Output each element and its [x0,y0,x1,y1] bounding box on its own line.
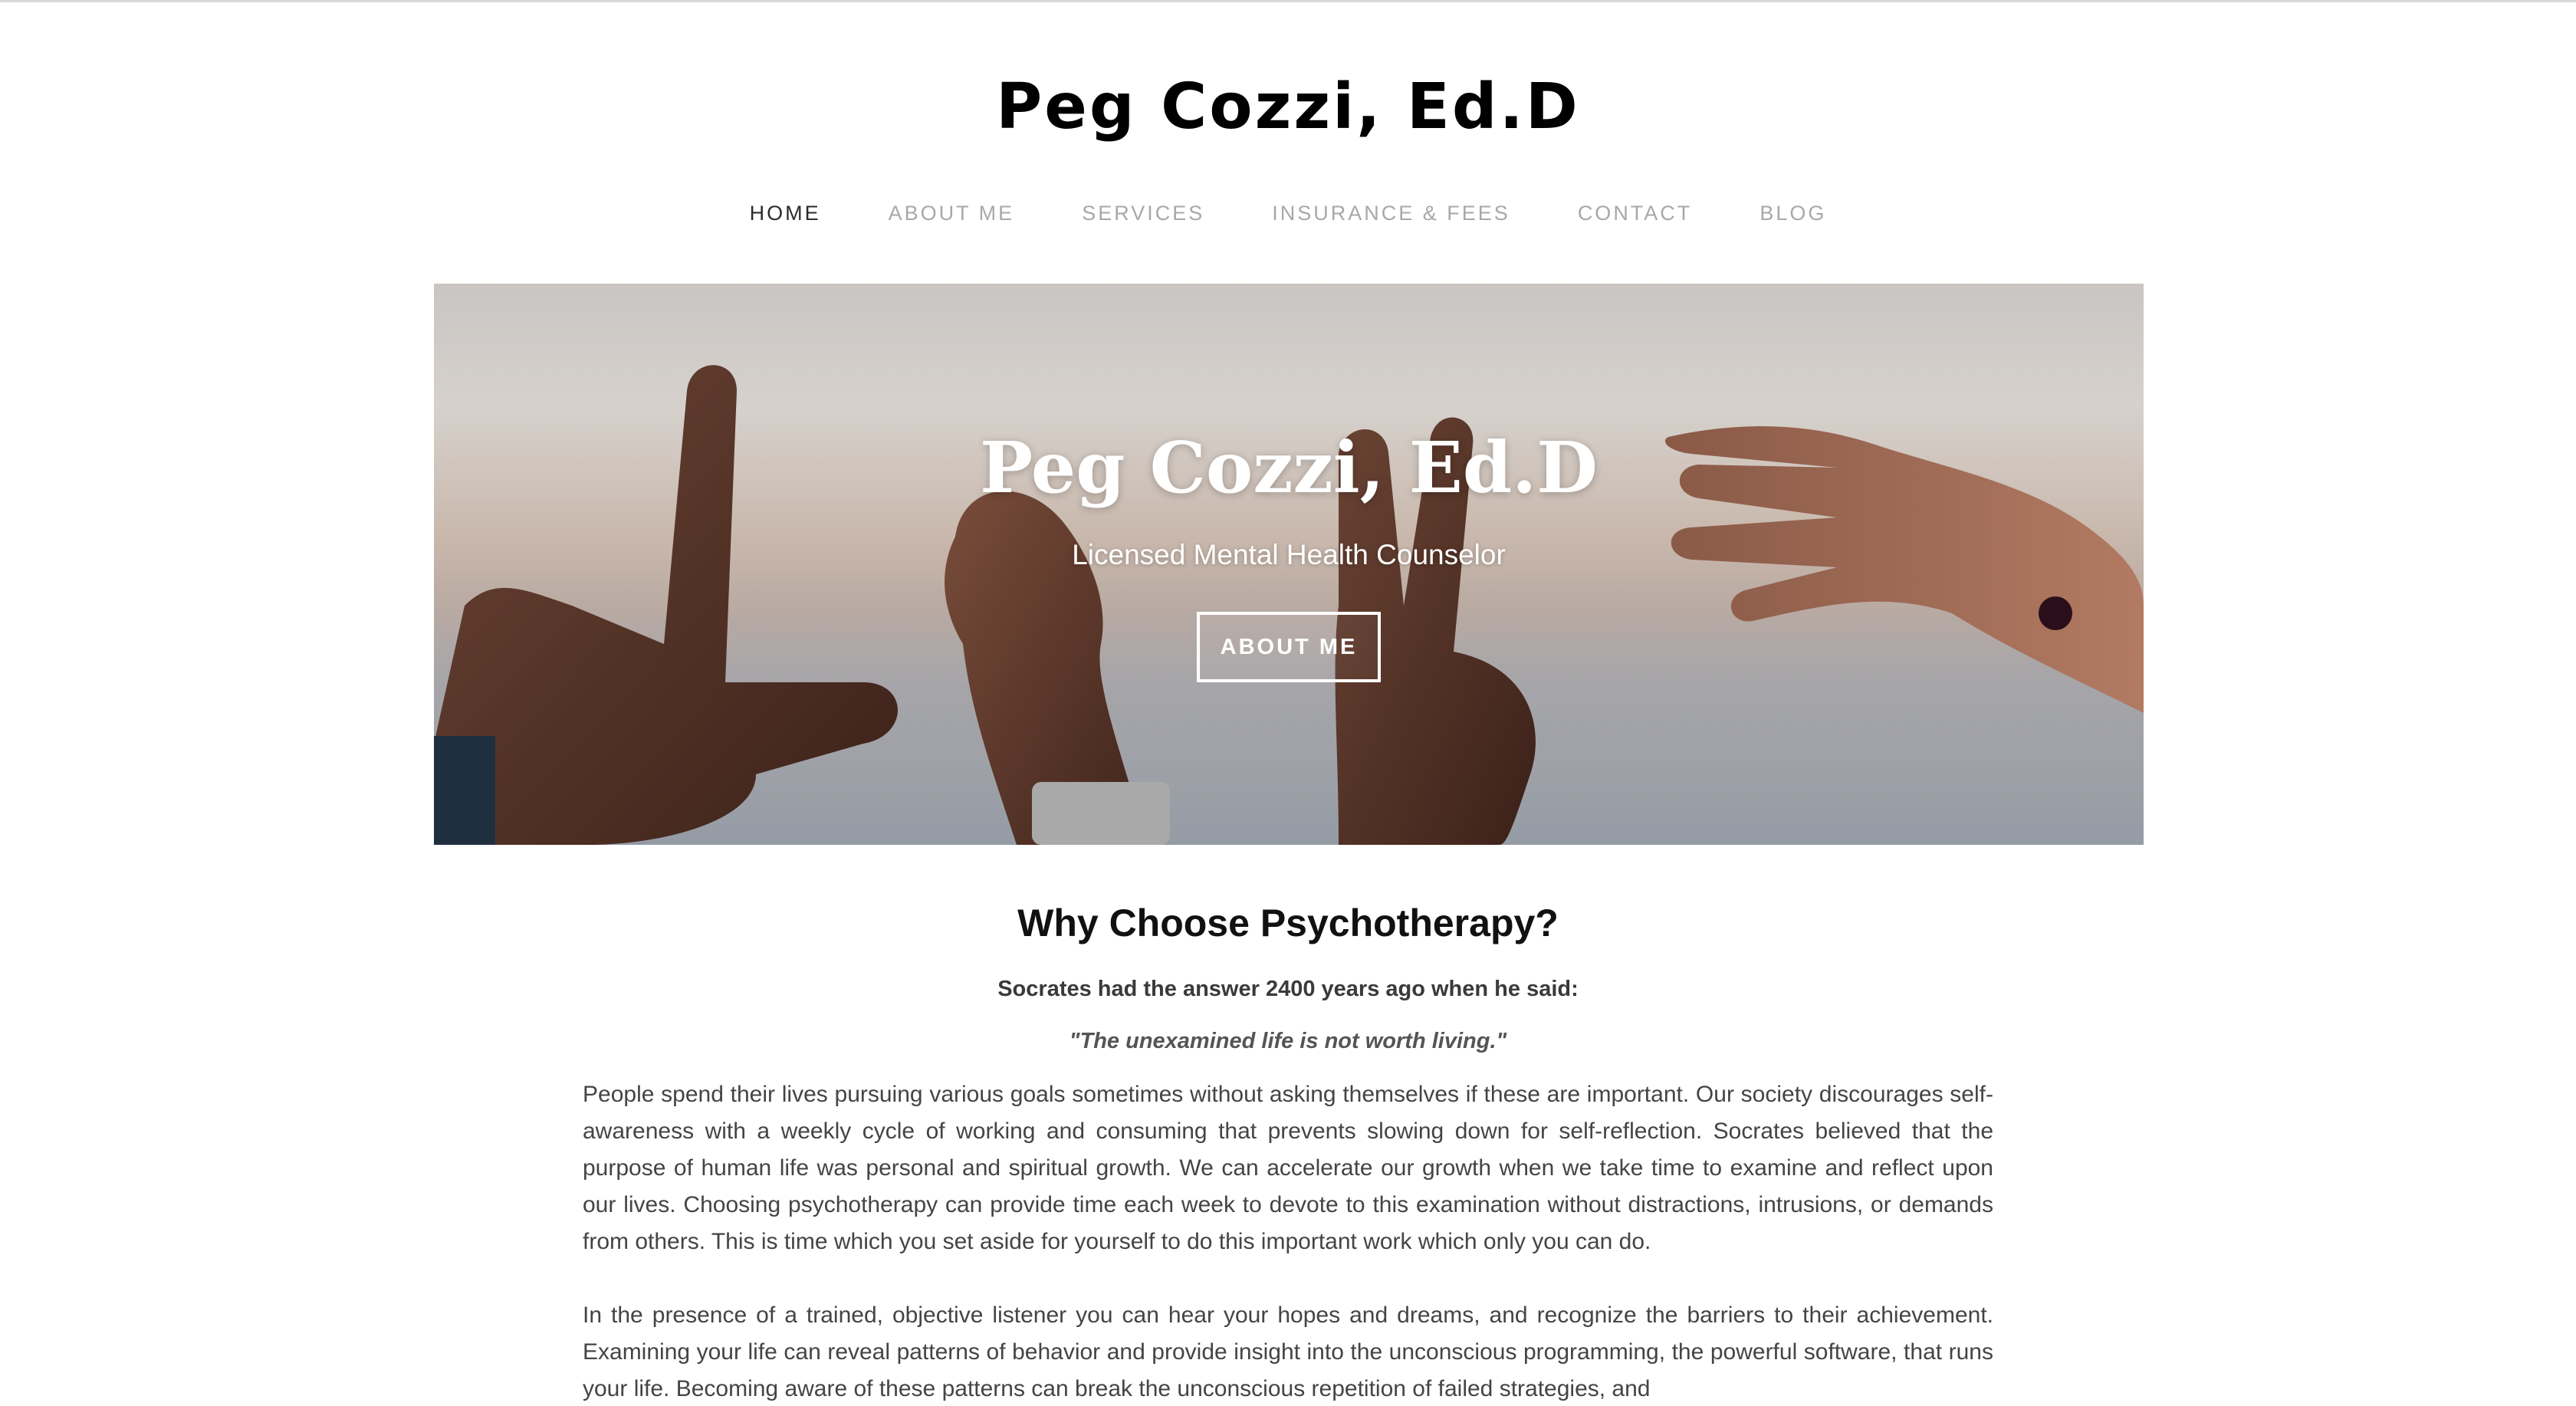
main-nav: HOME ABOUT ME SERVICES INSURANCE & FEES … [0,198,2576,228]
about-me-button[interactable]: ABOUT ME [1197,612,1381,682]
socrates-quote: "The unexamined life is not worth living… [1069,1029,1507,1053]
section-heading: Why Choose Psychotherapy? [1017,902,1559,944]
body-paragraph: In the presence of a trained, objective … [583,1303,1993,1401]
site-title[interactable]: Peg Cozzi, Ed.D [0,67,2576,147]
body-paragraph: People spend their lives pursuing variou… [583,1082,1993,1254]
hero-title: Peg Cozzi, Ed.D [980,426,1598,509]
nav-item-blog[interactable]: BLOG [1760,198,1826,228]
lead-text: Socrates had the answer 2400 years ago w… [997,977,1579,1001]
top-border [0,0,2576,2]
hero-banner: Peg Cozzi, Ed.D Licensed Mental Health C… [434,284,2144,845]
hero-subtitle: Licensed Mental Health Counselor [1072,539,1506,570]
nav-item-home[interactable]: HOME [750,198,821,228]
nav-item-contact[interactable]: CONTACT [1578,198,1693,228]
nav-item-about-me[interactable]: ABOUT ME [889,198,1015,228]
nav-item-services[interactable]: SERVICES [1082,198,1204,228]
nav-item-insurance-fees[interactable]: INSURANCE & FEES [1272,198,1510,228]
